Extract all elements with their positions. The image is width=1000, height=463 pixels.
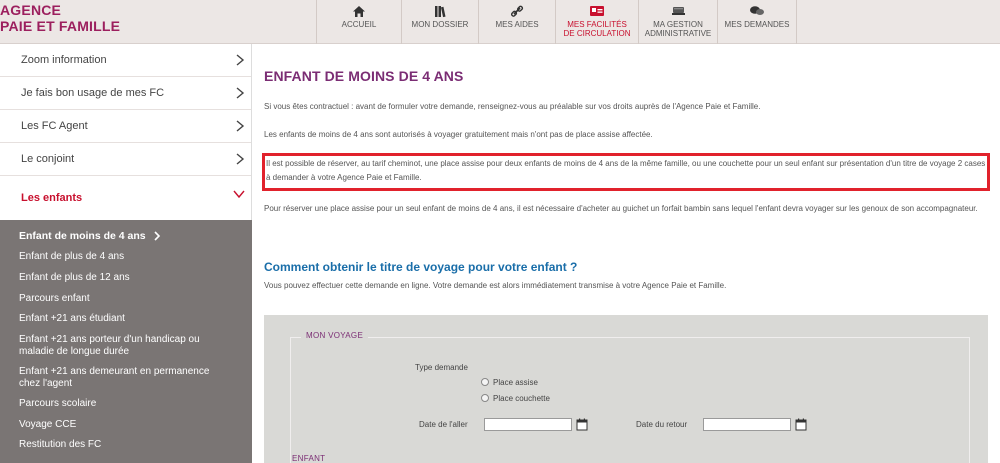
nav-label: MON DOSSIER	[411, 20, 469, 29]
logo-line-2: PAIE ET FAMILLE	[0, 18, 121, 34]
nav-label-line-2: ADMINISTRATIVE	[644, 29, 712, 38]
folder-icon	[431, 4, 449, 18]
request-form: MON VOYAGE Type demande Place assise Pla…	[264, 315, 988, 463]
paragraph-gratuit: Les enfants de moins de 4 ans sont autor…	[264, 130, 653, 139]
sidebar-submenu-enfants: Enfant de moins de 4 ans Enfant de plus …	[0, 220, 252, 463]
chevron-down-icon	[233, 190, 245, 199]
nav-label-line-1: MA GESTION	[653, 20, 703, 29]
main-content: ENFANT DE MOINS DE 4 ANS Si vous êtes co…	[252, 44, 1000, 463]
submenu-item-21-permanence[interactable]: Enfant +21 ans demeurant en permanence c…	[0, 366, 240, 390]
radio-place-couchette[interactable]	[481, 394, 489, 402]
paragraph-forfait-bambin: Pour réserver une place assise pour un s…	[264, 204, 978, 213]
nav-mes-aides[interactable]: MES AIDES	[478, 0, 555, 44]
submenu-item-voyage-cce[interactable]: Voyage CCE	[0, 419, 88, 431]
nav-accueil[interactable]: ACCUEIL	[316, 0, 401, 44]
nav-mes-demandes[interactable]: MES DEMANDES	[717, 0, 797, 44]
calendar-icon[interactable]	[576, 418, 588, 431]
sidebar: Zoom information Je fais bon usage de me…	[0, 44, 252, 463]
sidebar-item-label: Les FC Agent	[21, 120, 88, 132]
paragraph-demande-en-ligne: Vous pouvez effectuer cette demande en l…	[264, 281, 727, 290]
date-aller-input[interactable]	[484, 418, 572, 431]
nav-label: MES AIDES	[495, 20, 539, 29]
sidebar-item-bon-usage[interactable]: Je fais bon usage de mes FC	[0, 77, 251, 110]
sidebar-item-label: Les enfants	[21, 192, 83, 204]
radio-place-assise[interactable]	[481, 378, 489, 386]
nav-ma-gestion[interactable]: MA GESTION ADMINISTRATIVE	[638, 0, 717, 44]
section-subtitle: Comment obtenir le titre de voyage pour …	[264, 260, 578, 274]
fieldset-legend: MON VOYAGE	[301, 331, 369, 340]
date-aller-label: Date de l'aller	[419, 420, 468, 429]
radio-label-place-couchette: Place couchette	[493, 394, 550, 403]
nav-label: MES DEMANDES	[724, 20, 790, 29]
nav-label: ACCUEIL	[341, 20, 377, 29]
main-nav: ACCUEIL MON DOSSIER MES AIDES MES FACILI…	[316, 0, 797, 44]
nav-label-line-1: MES FACILITÉS	[567, 20, 627, 29]
chat-icon	[748, 4, 766, 18]
fieldset-legend-enfant: ENFANT	[292, 454, 326, 463]
submenu-item-label: Enfant de moins de 4 ans	[19, 230, 146, 242]
submenu-item-parcours-scolaire[interactable]: Parcours scolaire	[0, 398, 108, 410]
sidebar-item-zoom-information[interactable]: Zoom information	[0, 44, 251, 77]
chevron-right-icon	[236, 87, 245, 99]
page-root: AGENCE PAIE ET FAMILLE ACCUEIL MON DOSSI…	[0, 0, 1000, 463]
submenu-item-restitution-fc[interactable]: Restitution des FC	[0, 439, 113, 451]
calendar-icon[interactable]	[795, 418, 807, 431]
chevron-right-icon	[154, 231, 160, 241]
nav-mon-dossier[interactable]: MON DOSSIER	[401, 0, 478, 44]
home-icon	[350, 4, 368, 18]
chevron-right-icon	[236, 153, 245, 165]
type-demande-label: Type demande	[415, 363, 468, 372]
submenu-item-plus-4-ans[interactable]: Enfant de plus de 4 ans	[0, 251, 136, 263]
radio-label-place-assise: Place assise	[493, 378, 538, 387]
paragraph-reservation: Il est possible de réserver, au tarif ch…	[266, 159, 986, 182]
paragraph-contractuel: Si vous êtes contractuel : avant de form…	[264, 102, 761, 111]
sidebar-item-label: Zoom information	[21, 54, 107, 66]
sidebar-item-fc-agent[interactable]: Les FC Agent	[0, 110, 251, 143]
submenu-item-moins-4-ans[interactable]: Enfant de moins de 4 ans	[0, 230, 173, 242]
nav-mes-facilites[interactable]: MES FACILITÉS DE CIRCULATION	[555, 0, 638, 44]
ticket-icon	[588, 4, 606, 18]
logo-line-1: AGENCE	[0, 2, 62, 18]
top-header: AGENCE PAIE ET FAMILLE ACCUEIL MON DOSSI…	[0, 0, 1000, 44]
sidebar-item-enfants[interactable]: Les enfants	[0, 176, 251, 220]
chevron-right-icon	[236, 120, 245, 132]
logo[interactable]: AGENCE PAIE ET FAMILLE	[0, 2, 120, 34]
fieldset-mon-voyage: MON VOYAGE Type demande Place assise Pla…	[290, 331, 970, 463]
sidebar-item-label: Je fais bon usage de mes FC	[21, 87, 165, 99]
sidebar-item-label: Le conjoint	[21, 153, 75, 165]
nav-label-line-2: DE CIRCULATION	[563, 29, 631, 38]
date-retour-label: Date du retour	[636, 420, 688, 429]
cart-icon	[669, 4, 687, 18]
chevron-right-icon	[236, 54, 245, 66]
submenu-item-21-etudiant[interactable]: Enfant +21 ans étudiant	[0, 313, 137, 325]
link-icon	[508, 4, 526, 18]
submenu-item-plus-12-ans[interactable]: Enfant de plus de 12 ans	[0, 272, 142, 284]
page-title: ENFANT DE MOINS DE 4 ANS	[264, 68, 464, 84]
date-retour-input[interactable]	[703, 418, 791, 431]
submenu-item-21-handicap[interactable]: Enfant +21 ans porteur d'un handicap ou …	[0, 334, 240, 358]
submenu-item-parcours-enfant[interactable]: Parcours enfant	[0, 293, 102, 305]
sidebar-item-conjoint[interactable]: Le conjoint	[0, 143, 251, 176]
